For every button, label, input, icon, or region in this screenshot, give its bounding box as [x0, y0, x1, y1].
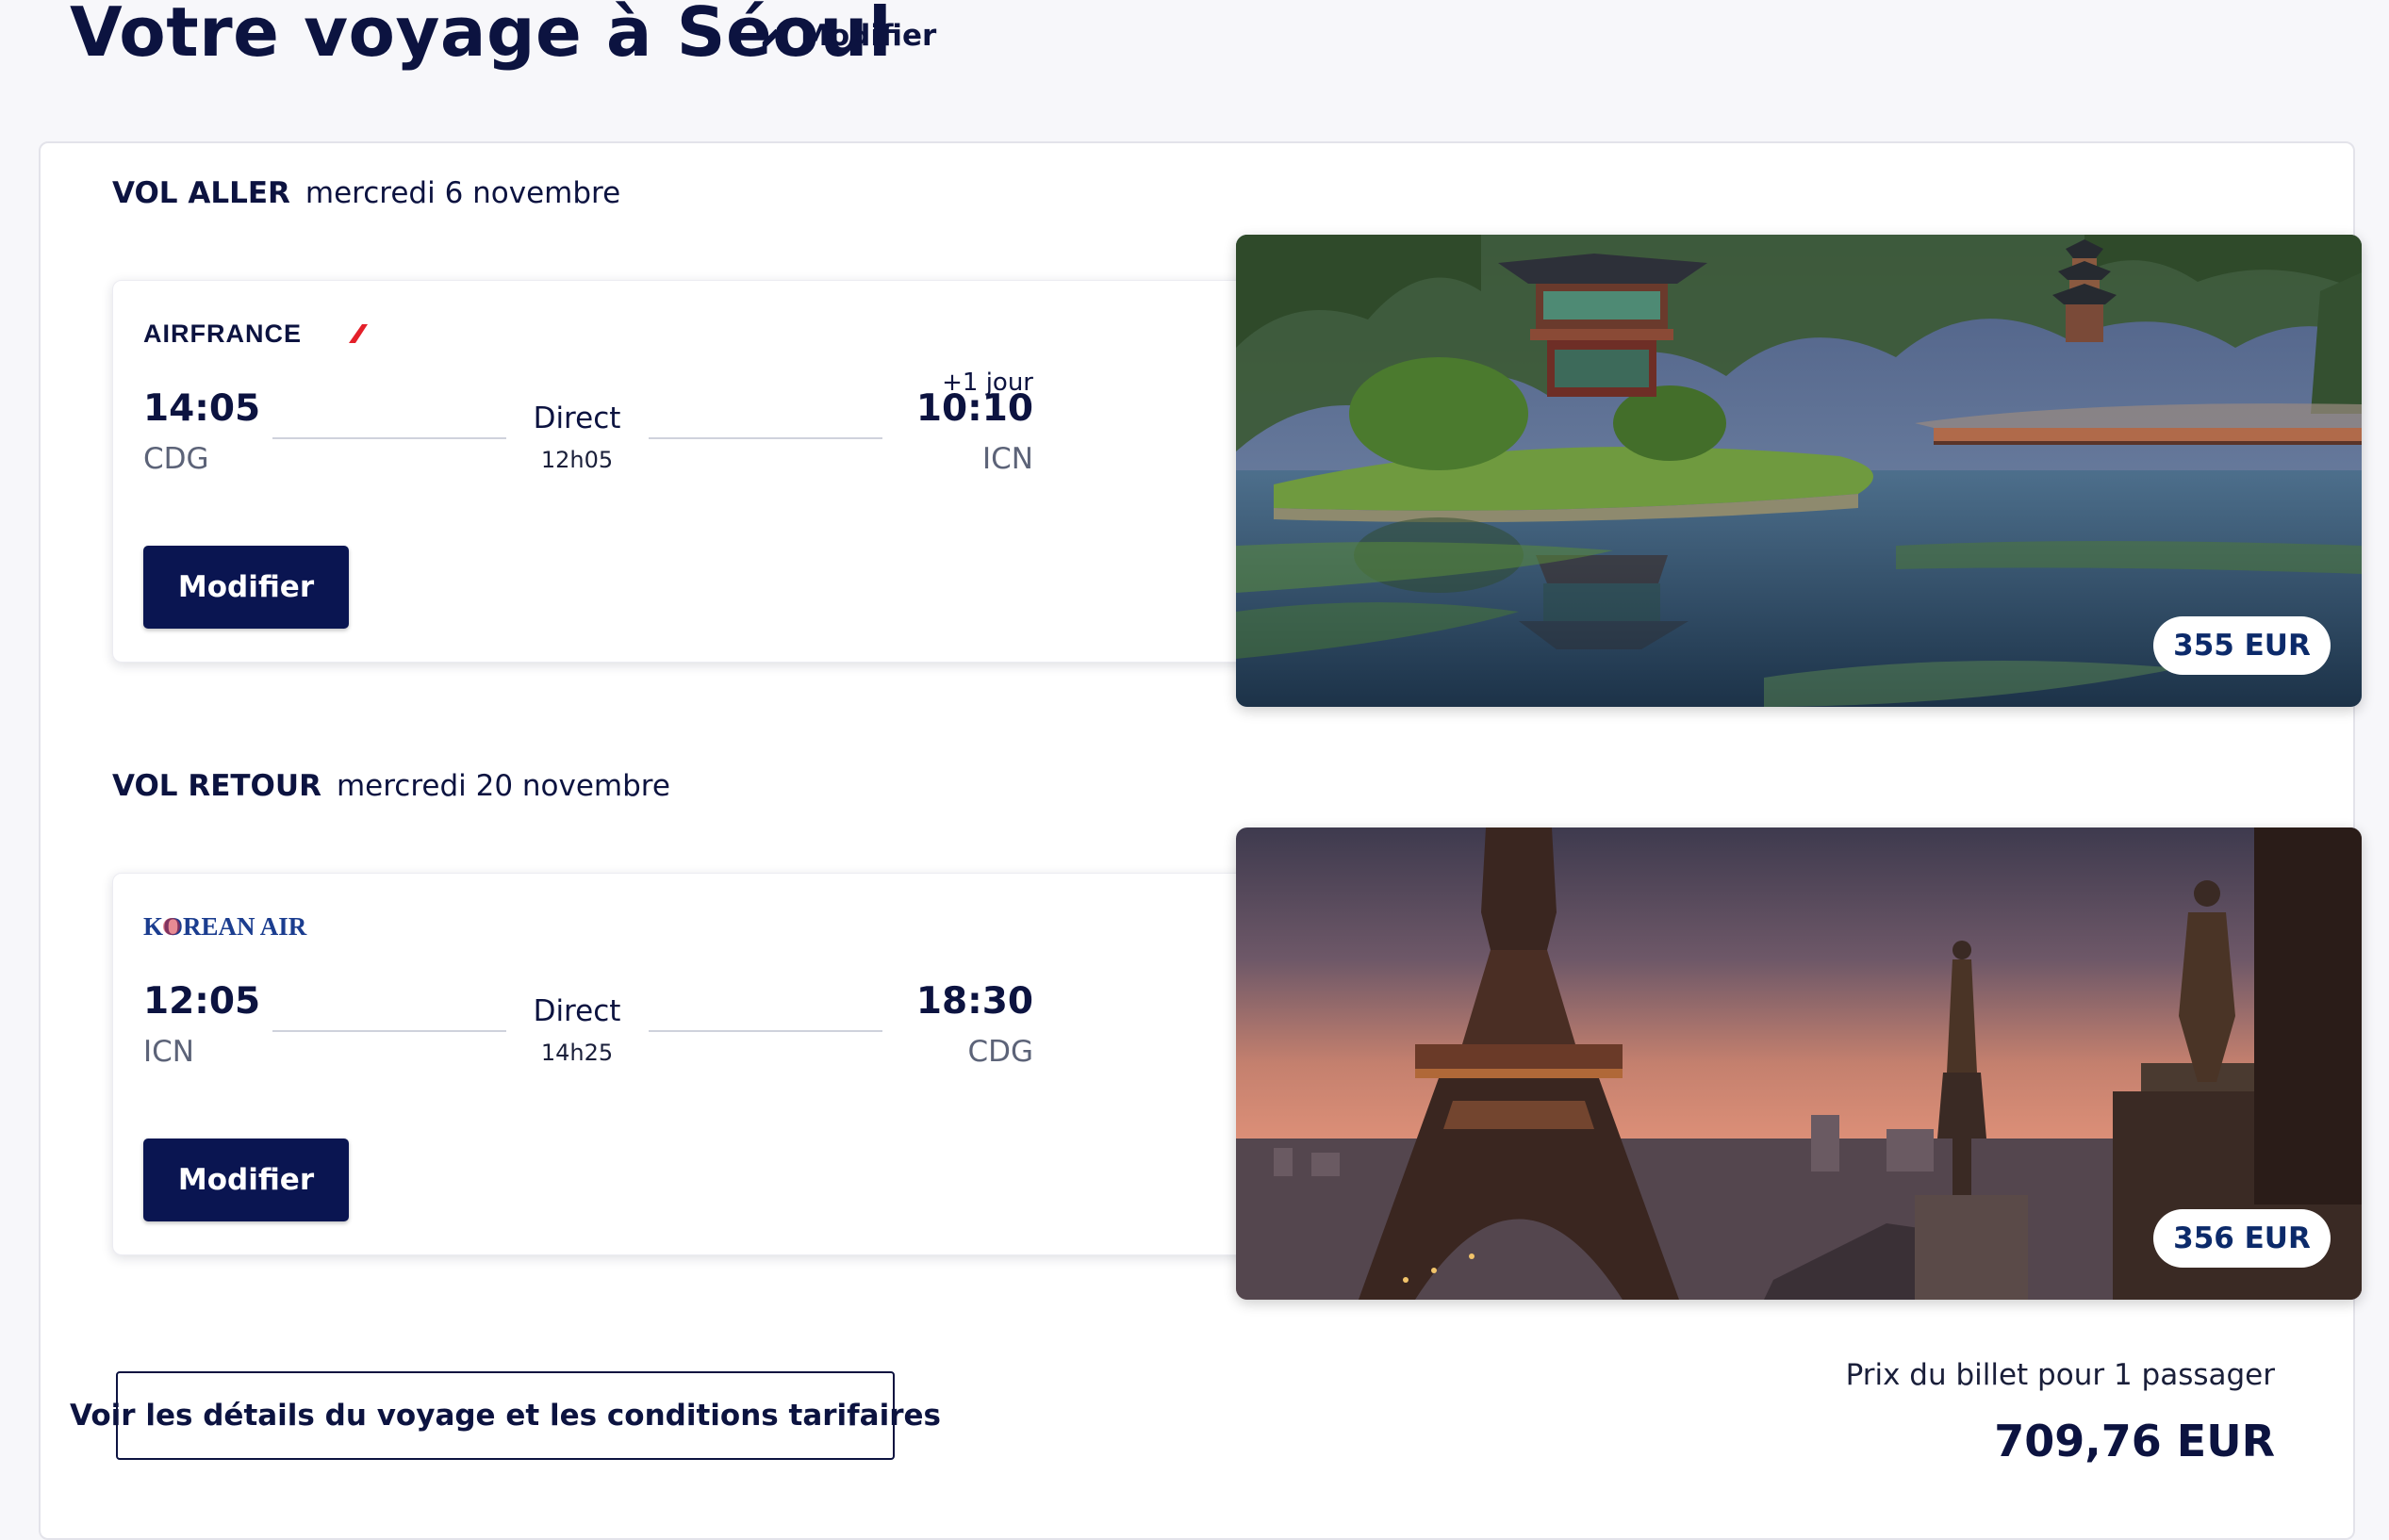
inbound-arrival-airport: CDG [967, 1035, 1033, 1069]
paris-destination-image: 356 EUR [1236, 827, 2362, 1300]
airfrance-logo: AIRFRANCE [143, 319, 370, 352]
airline-name-outbound: AIRFRANCE [143, 319, 302, 348]
outbound-arrival-airport: ICN [982, 442, 1033, 476]
inbound-route-line-left [272, 1030, 506, 1032]
edit-trip-button[interactable]: Modifier [759, 19, 936, 53]
inbound-stops: Direct [533, 994, 621, 1028]
seoul-destination-image: 355 EUR [1236, 235, 2362, 707]
outbound-price-badge: 355 EUR [2153, 616, 2331, 675]
inbound-duration: 14h25 [540, 1040, 614, 1066]
modify-outbound-button[interactable]: Modifier [143, 546, 349, 629]
pencil-icon [759, 22, 787, 50]
trip-details-button[interactable]: Voir les détails du voyage et les condit… [70, 1371, 941, 1460]
outbound-stops: Direct [533, 401, 621, 435]
outbound-arrival-time: 10:10 [915, 387, 1033, 430]
inbound-price-badge: 356 EUR [2153, 1209, 2331, 1268]
outbound-heading: VOL ALLER mercredi 6 novembre [112, 176, 620, 210]
inbound-date: mercredi 20 novembre [336, 769, 670, 803]
outbound-route-line-right [649, 437, 882, 439]
outbound-departure-airport: CDG [143, 442, 209, 476]
inbound-flight-card: KOREAN AIR 12:05 ICN Direct 14h25 18:30 … [112, 873, 1274, 1255]
inbound-heading: VOL RETOUR mercredi 20 novembre [112, 769, 670, 803]
modify-inbound-button[interactable]: Modifier [143, 1139, 349, 1221]
inbound-heading-label: VOL RETOUR [112, 769, 321, 803]
inbound-arrival-time: 18:30 [915, 980, 1033, 1023]
edit-trip-label: Modifier [800, 19, 937, 53]
korean-air-logo: KOREAN AIR [143, 911, 332, 945]
inbound-departure-airport: ICN [143, 1035, 194, 1069]
total-price: 709,76 EUR [1994, 1416, 2275, 1466]
inbound-route-line-right [649, 1030, 882, 1032]
outbound-date: mercredi 6 novembre [305, 176, 621, 210]
outbound-departure-time: 14:05 [143, 387, 261, 430]
inbound-departure-time: 12:05 [143, 980, 261, 1023]
outbound-heading-label: VOL ALLER [112, 176, 290, 210]
outbound-duration: 12h05 [540, 447, 614, 473]
trip-summary-card: VOL ALLER mercredi 6 novembre AIRFRANCE 1… [39, 141, 2362, 1540]
outbound-flight-card: AIRFRANCE 14:05 CDG Direct 12h05 +1 jour… [112, 280, 1274, 663]
price-caption: Prix du billet pour 1 passager [1845, 1358, 2275, 1392]
outbound-route-line-left [272, 437, 506, 439]
